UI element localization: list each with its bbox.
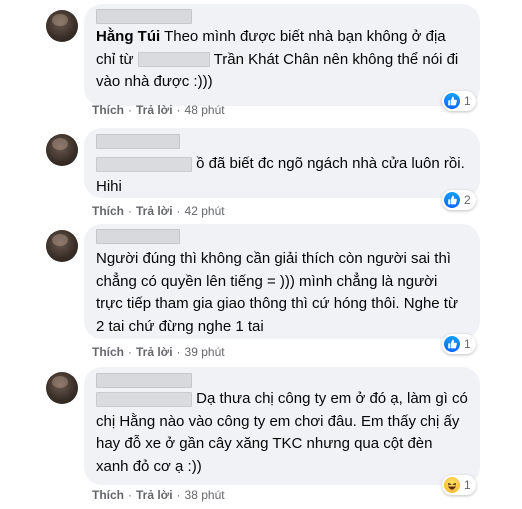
separator-dot: · [128, 345, 132, 359]
avatar[interactable] [46, 230, 78, 262]
comment-actions: Thích · Trả lời · 39 phút [92, 345, 225, 359]
like-icon [444, 336, 460, 352]
comment-text: Dạ thưa chị công ty em ở đó ạ, làm gì có… [96, 390, 468, 475]
like-link[interactable]: Thích [92, 103, 124, 117]
separator-dot: · [176, 103, 181, 117]
like-link[interactable]: Thích [92, 204, 124, 218]
separator-dot: · [128, 204, 132, 218]
reaction-summary[interactable]: 1 [442, 91, 476, 111]
reaction-summary[interactable]: 1 [442, 475, 476, 495]
redacted-name-placeholder [96, 373, 192, 388]
redacted-name [96, 391, 192, 407]
like-link[interactable]: Thích [92, 345, 124, 359]
like-link[interactable]: Thích [92, 488, 124, 502]
separator-dot: · [176, 204, 181, 218]
separator-dot: · [176, 345, 181, 359]
haha-icon [444, 477, 460, 493]
comment-bubble: Dạ thưa chị công ty em ở đó ạ, làm gì có… [84, 367, 480, 485]
redacted-name-placeholder [96, 9, 192, 24]
comment-time[interactable]: 38 phút [185, 488, 225, 502]
comment-actions: Thích · Trả lời · 48 phút [92, 103, 225, 117]
redacted-name [96, 156, 192, 172]
comment-text: ồ đã biết đc ngõ ngách nhà cửa luôn rồi.… [96, 155, 465, 195]
redacted-text [137, 52, 210, 68]
separator-dot: · [176, 488, 181, 502]
comment-time[interactable]: 48 phút [185, 103, 225, 117]
reaction-summary[interactable]: 1 [442, 334, 476, 354]
reaction-count: 2 [464, 193, 471, 207]
comment-bubble: Người đúng thì không cần giải thích còn … [84, 224, 480, 339]
comment-text: Hằng Túi Theo mình được biết nhà bạn khô… [96, 28, 459, 90]
comment-text: Người đúng thì không cần giải thích còn … [96, 250, 458, 335]
reaction-count: 1 [464, 94, 471, 108]
reply-link[interactable]: Trả lời [136, 345, 173, 359]
comment-time[interactable]: 42 phút [185, 204, 225, 218]
comment-time[interactable]: 39 phút [185, 345, 225, 359]
avatar[interactable] [46, 10, 78, 42]
reply-link[interactable]: Trả lời [136, 103, 173, 117]
reply-link[interactable]: Trả lời [136, 488, 173, 502]
avatar[interactable] [46, 372, 78, 404]
reaction-count: 1 [464, 337, 471, 351]
reaction-count: 1 [464, 478, 471, 492]
redacted-name-placeholder [96, 229, 180, 244]
reply-link[interactable]: Trả lời [136, 204, 173, 218]
comment-actions: Thích · Trả lời · 38 phút [92, 488, 225, 502]
like-icon [444, 192, 460, 208]
like-icon [444, 93, 460, 109]
avatar[interactable] [46, 134, 78, 166]
comment-bubble: Hằng Túi Theo mình được biết nhà bạn khô… [84, 4, 480, 106]
redacted-name-placeholder [96, 134, 180, 149]
separator-dot: · [128, 488, 132, 502]
comment-actions: Thích · Trả lời · 42 phút [92, 204, 225, 218]
separator-dot: · [128, 103, 132, 117]
comment-author[interactable]: Hằng Túi [96, 28, 160, 45]
reaction-summary[interactable]: 2 [442, 190, 476, 210]
comment-bubble: ồ đã biết đc ngõ ngách nhà cửa luôn rồi.… [84, 128, 480, 198]
